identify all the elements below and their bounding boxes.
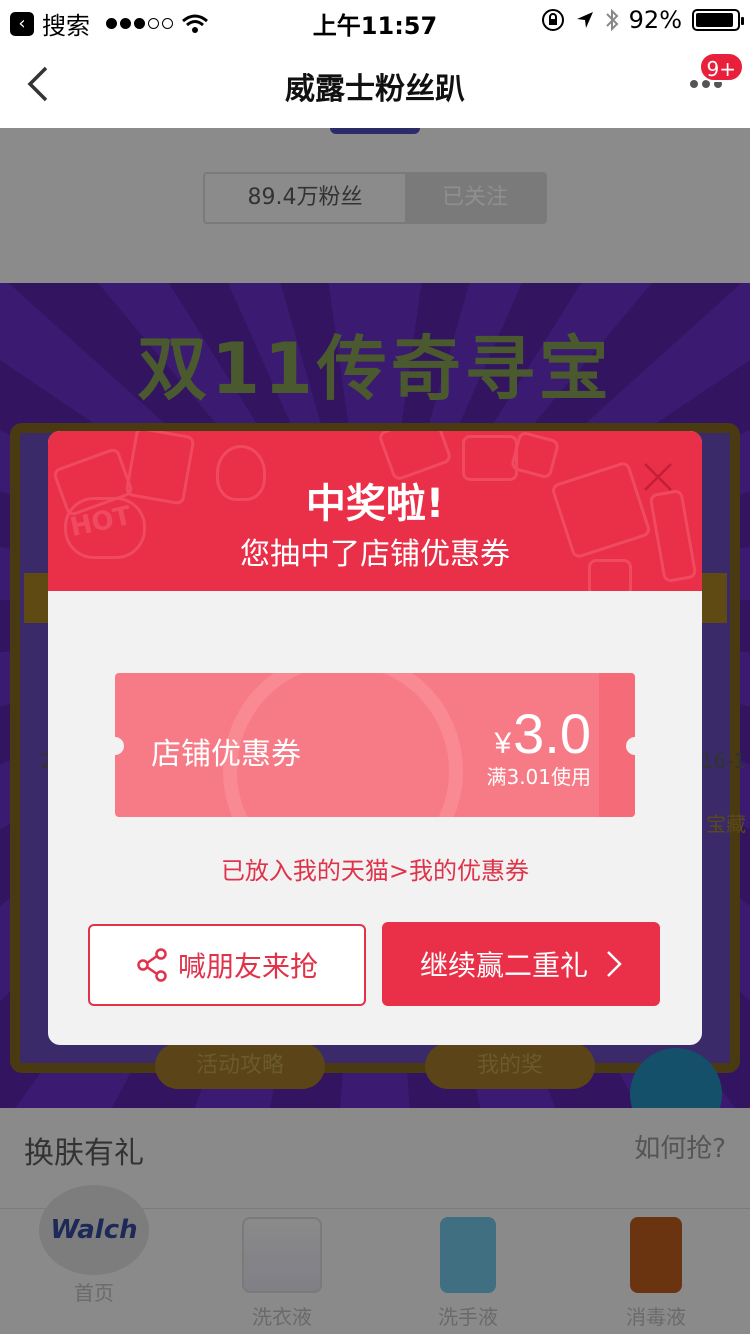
prize-modal: HOT 中奖啦! 您抽中了店铺优惠券 店铺优惠券 ¥3.0 满3.01使用 已放… bbox=[48, 431, 702, 1045]
coupon-condition: 满3.01使用 bbox=[486, 765, 591, 789]
coupon-name: 店铺优惠券 bbox=[151, 737, 301, 772]
share-button-label: 喊朋友来抢 bbox=[177, 950, 318, 983]
share-with-friends-button[interactable]: 喊朋友来抢 bbox=[88, 924, 366, 1006]
continue-button-label: 继续赢二重礼 bbox=[419, 949, 588, 982]
coupon-notch-left bbox=[115, 737, 124, 755]
coupon-amount: ¥3.0 bbox=[494, 701, 591, 766]
continue-win-button[interactable]: 继续赢二重礼 bbox=[382, 922, 660, 1006]
coupon-currency: ¥ bbox=[494, 727, 512, 760]
chevron-right-icon bbox=[607, 951, 622, 977]
close-icon[interactable] bbox=[642, 461, 674, 493]
modal-header: HOT 中奖啦! 您抽中了店铺优惠券 bbox=[48, 431, 702, 591]
store-coupon-card: 店铺优惠券 ¥3.0 满3.01使用 bbox=[115, 673, 635, 817]
share-icon bbox=[137, 948, 167, 982]
modal-title: 中奖啦! bbox=[305, 481, 445, 527]
coupon-value: 3.0 bbox=[513, 702, 591, 765]
coupon-location-note[interactable]: 已放入我的天猫>我的优惠券 bbox=[48, 851, 702, 886]
modal-subtitle: 您抽中了店铺优惠券 bbox=[240, 537, 510, 572]
